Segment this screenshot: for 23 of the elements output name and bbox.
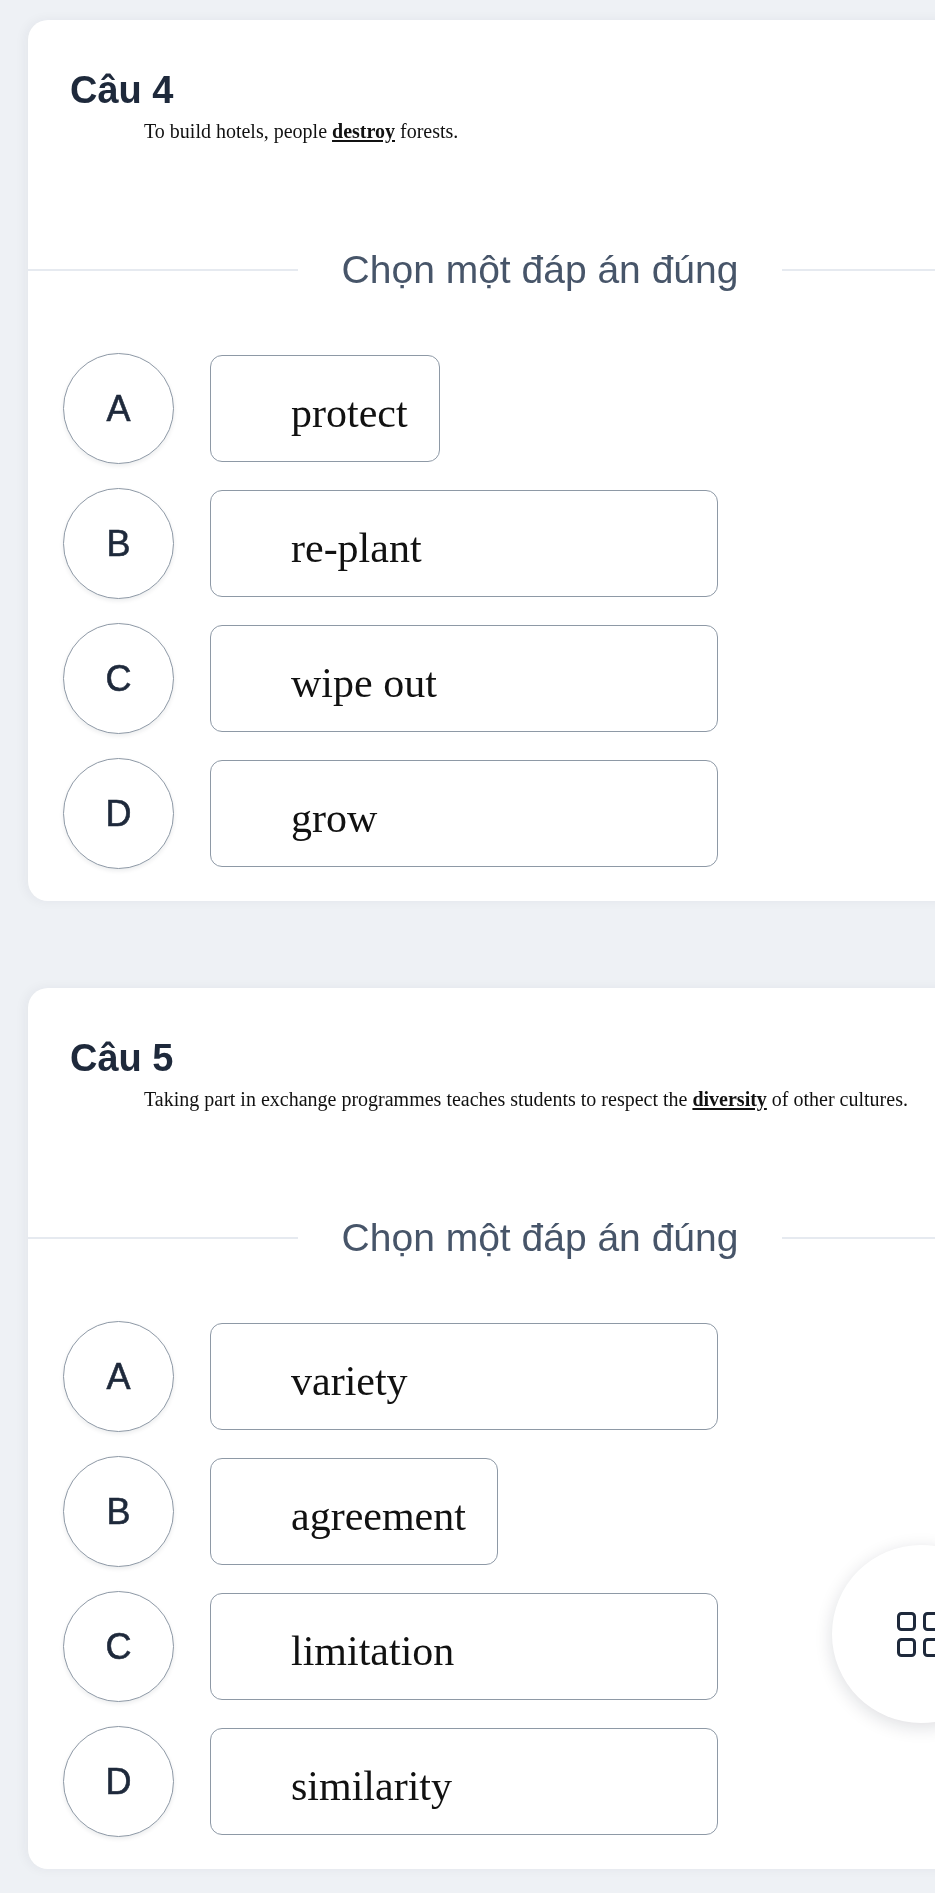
answer-option[interactable]: limitation xyxy=(210,1593,718,1700)
answer-option[interactable]: variety xyxy=(210,1323,718,1430)
question-text: To build hotels, people destroy forests. xyxy=(144,119,459,143)
grid-icon xyxy=(897,1612,935,1657)
option-letter[interactable]: D xyxy=(63,758,174,869)
option-letter[interactable]: B xyxy=(63,1456,174,1567)
option-letter[interactable]: C xyxy=(63,1591,174,1702)
answer-option[interactable]: wipe out xyxy=(210,625,718,732)
option-letter[interactable]: D xyxy=(63,1726,174,1837)
question-text: Taking part in exchange programmes teaches students to respect the diversity of other cultures. xyxy=(144,1087,908,1111)
option-letter[interactable]: A xyxy=(63,1321,174,1432)
option-letter[interactable]: A xyxy=(63,353,174,464)
instruction-label: Chọn một đáp án đúng xyxy=(341,247,739,293)
question-title: Câu 4 xyxy=(70,69,174,112)
answer-option[interactable]: grow xyxy=(210,760,718,867)
option-letter[interactable]: C xyxy=(63,623,174,734)
instruction-label: Chọn một đáp án đúng xyxy=(341,1215,739,1261)
option-letter[interactable]: B xyxy=(63,488,174,599)
answer-option[interactable]: re-plant xyxy=(210,490,718,597)
question-title: Câu 5 xyxy=(70,1037,174,1080)
answer-option[interactable]: protect xyxy=(210,355,440,462)
answer-option[interactable]: similarity xyxy=(210,1728,718,1835)
answer-option[interactable]: agreement xyxy=(210,1458,498,1565)
